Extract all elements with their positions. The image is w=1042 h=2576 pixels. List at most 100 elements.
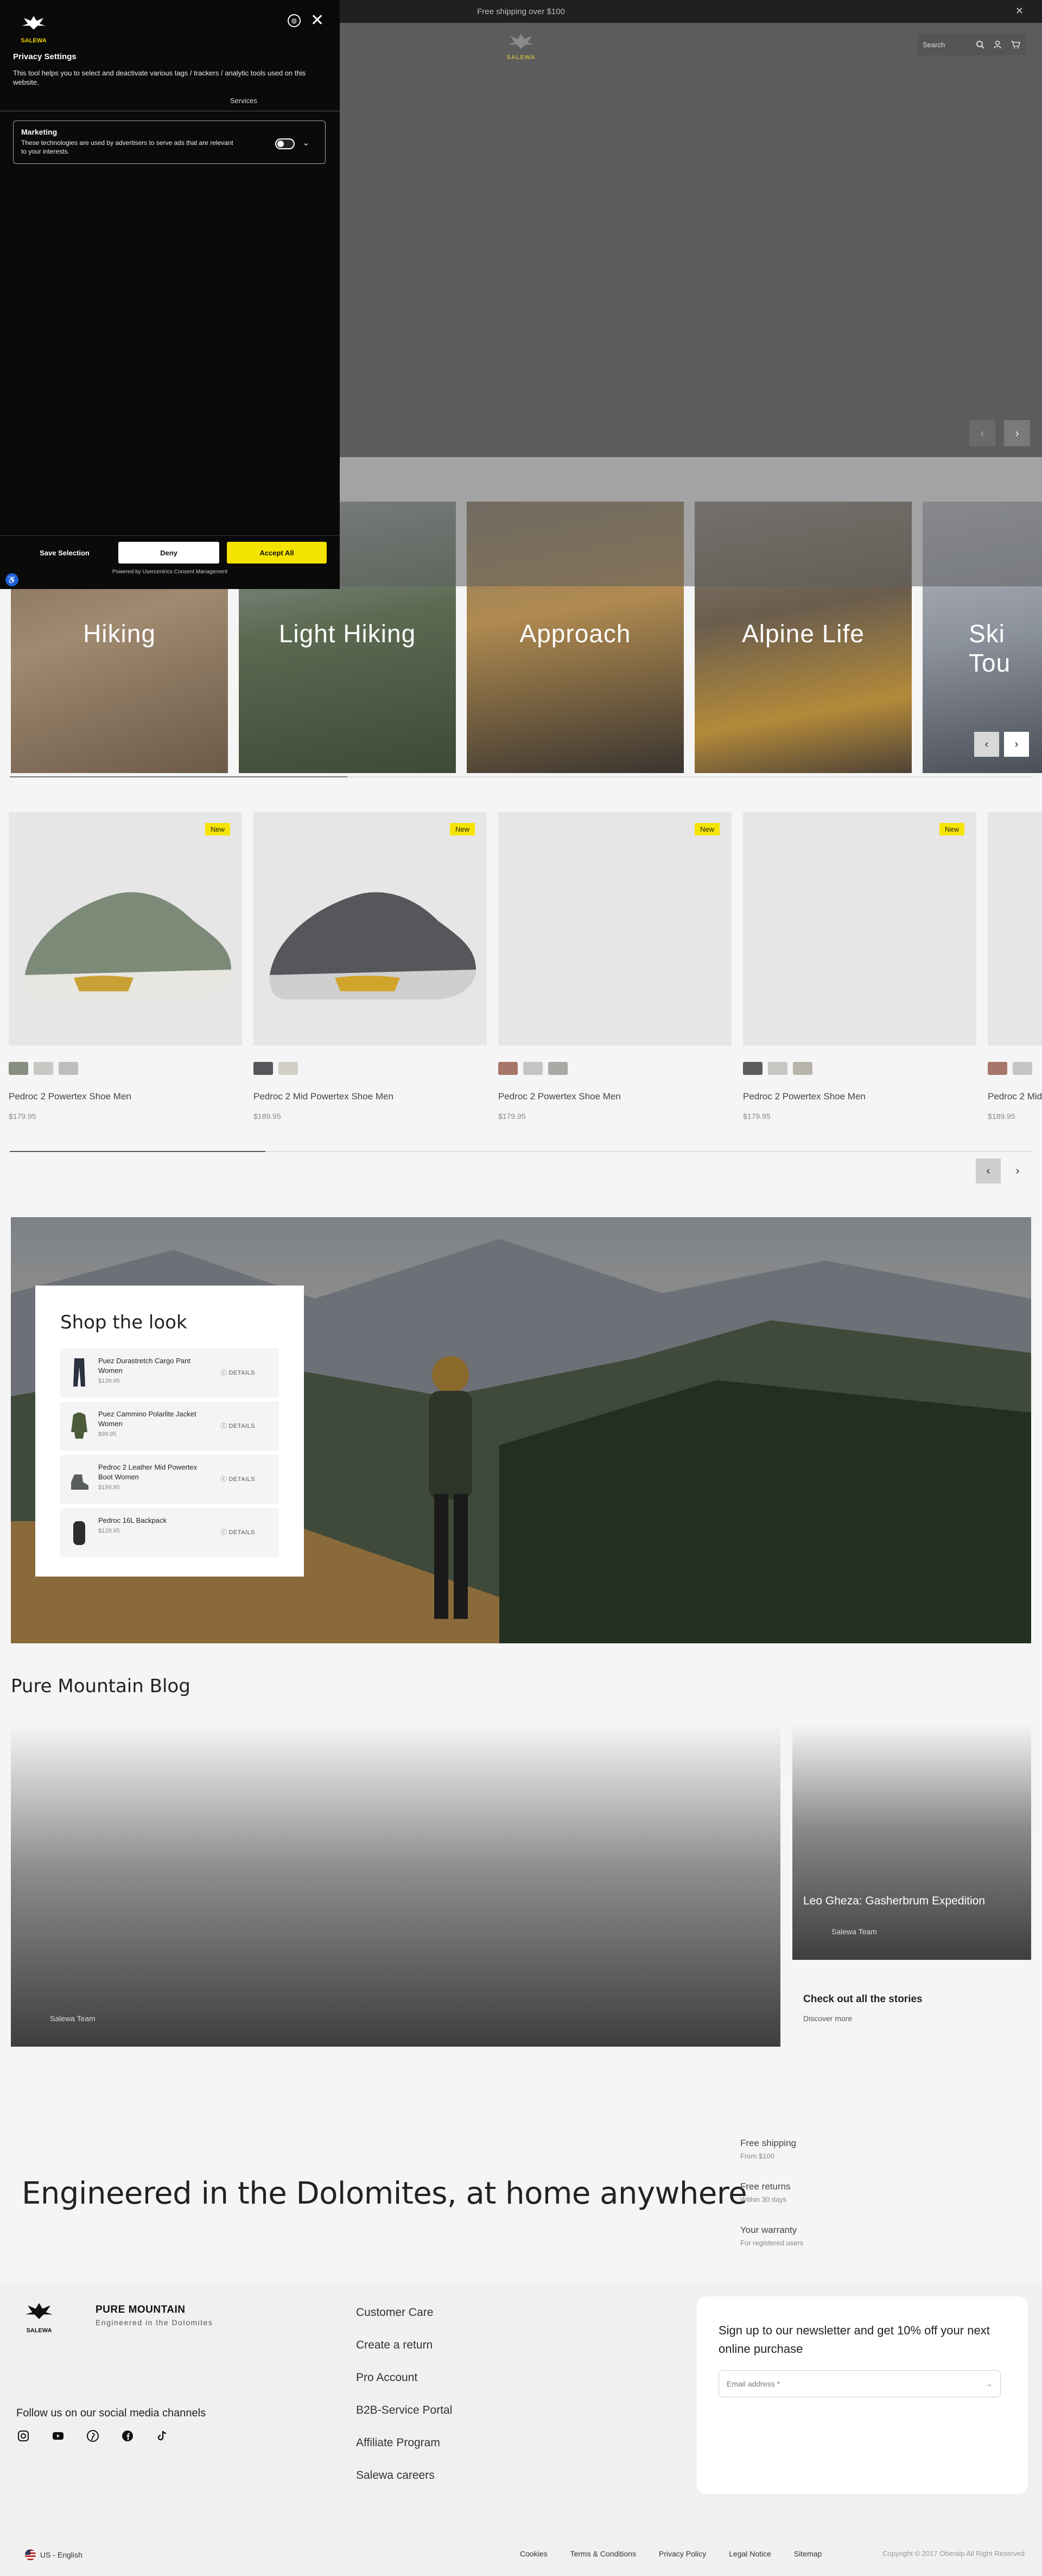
product-scrollbar[interactable] bbox=[10, 1151, 1032, 1152]
hero-prev-button[interactable]: ‹ bbox=[969, 420, 995, 446]
category-next-button[interactable]: › bbox=[1004, 732, 1029, 757]
color-swatch[interactable] bbox=[793, 1062, 812, 1075]
language-globe-icon[interactable]: ◍ bbox=[288, 14, 301, 27]
look-product-price: $139.95 bbox=[98, 1378, 120, 1384]
category-prev-button[interactable]: ‹ bbox=[974, 732, 999, 757]
legal-link[interactable]: Legal Notice bbox=[729, 2549, 771, 2558]
color-swatch[interactable] bbox=[768, 1062, 787, 1075]
color-swatches bbox=[988, 1062, 1042, 1075]
product-name[interactable]: Pedroc 2 Powertex Shoe Men bbox=[498, 1091, 732, 1102]
color-swatch[interactable] bbox=[743, 1062, 763, 1075]
product-card[interactable]: New Pedroc 2 Mid Powertex Shoe Men $189.… bbox=[253, 812, 487, 1121]
shop-the-look-title: Shop the look bbox=[60, 1312, 187, 1333]
consent-category-marketing[interactable]: Marketing These technologies are used by… bbox=[13, 121, 326, 164]
tab-services[interactable]: Services bbox=[230, 97, 257, 105]
product-card[interactable]: Pedroc 2 Mid $189.95 bbox=[988, 812, 1042, 1121]
hero-next-button[interactable]: › bbox=[1004, 420, 1030, 446]
color-swatch[interactable] bbox=[523, 1062, 543, 1075]
look-product-item[interactable]: Pedroc 2 Leather Mid Powertex Boot Women… bbox=[60, 1455, 279, 1504]
accept-all-button[interactable]: Accept All bbox=[227, 542, 327, 564]
product-image[interactable] bbox=[988, 812, 1042, 1046]
product-card[interactable]: New Pedroc 2 Powertex Shoe Men $179.95 bbox=[498, 812, 732, 1121]
blog-main-card[interactable]: Salewa Team bbox=[11, 1724, 780, 2047]
pinterest-icon[interactable] bbox=[86, 2429, 100, 2443]
color-swatch[interactable] bbox=[498, 1062, 518, 1075]
footer-link[interactable]: Affiliate Program bbox=[356, 2436, 452, 2469]
footer-link[interactable]: Pro Account bbox=[356, 2371, 452, 2404]
details-link[interactable]: ⓘ DETAILS bbox=[220, 1528, 255, 1536]
legal-link[interactable]: Terms & Conditions bbox=[570, 2549, 636, 2558]
footer-link[interactable]: Customer Care bbox=[356, 2306, 452, 2339]
site-logo[interactable]: SALEWA bbox=[499, 30, 543, 63]
cart-icon[interactable] bbox=[1011, 40, 1020, 49]
legal-link[interactable]: Privacy Policy bbox=[659, 2549, 706, 2558]
product-card[interactable]: New Pedroc 2 Powertex Shoe Men $179.95 bbox=[9, 812, 242, 1121]
look-product-item[interactable]: Puez Cammino Polarlite Jacket Women $99.… bbox=[60, 1402, 279, 1451]
color-swatch[interactable] bbox=[1013, 1062, 1032, 1075]
product-image[interactable]: New bbox=[498, 812, 732, 1046]
details-link[interactable]: ⓘ DETAILS bbox=[220, 1368, 255, 1377]
category-scrollbar[interactable] bbox=[10, 776, 1032, 777]
look-product-item[interactable]: Puez Durastretch Cargo Pant Women $139.9… bbox=[60, 1349, 279, 1397]
chevron-down-icon[interactable]: ⌄ bbox=[302, 137, 309, 148]
youtube-icon[interactable] bbox=[51, 2429, 65, 2443]
locale-selector[interactable]: US - English bbox=[25, 2549, 82, 2560]
footer-link[interactable]: B2B-Service Portal bbox=[356, 2404, 452, 2436]
category-card[interactable]: Alpine Life bbox=[695, 502, 912, 773]
color-swatch[interactable] bbox=[278, 1062, 298, 1075]
legal-link[interactable]: Sitemap bbox=[794, 2549, 822, 2558]
usp-title: Your warranty bbox=[740, 2225, 797, 2235]
jacket-thumbnail-icon bbox=[71, 1413, 87, 1439]
announcement-close-icon[interactable]: ✕ bbox=[1015, 5, 1024, 17]
tiktok-icon[interactable] bbox=[155, 2429, 169, 2443]
look-product-item[interactable]: Pedroc 16L Backpack $129.95 ⓘ DETAILS bbox=[60, 1508, 279, 1557]
accessibility-icon[interactable]: ♿ bbox=[5, 573, 18, 586]
save-selection-button[interactable]: Save Selection bbox=[13, 542, 116, 564]
privacy-settings-dialog: SALEWA ◍ ✕ Privacy Settings This tool he… bbox=[0, 0, 340, 589]
product-next-button[interactable]: › bbox=[1005, 1159, 1030, 1183]
shop-the-look-panel: Shop the look Puez Durastretch Cargo Pan… bbox=[35, 1286, 304, 1577]
product-image[interactable]: New bbox=[253, 812, 487, 1046]
color-swatch[interactable] bbox=[548, 1062, 568, 1075]
color-swatch[interactable] bbox=[988, 1062, 1007, 1075]
details-link[interactable]: ⓘ DETAILS bbox=[220, 1421, 255, 1430]
category-card[interactable]: Approach bbox=[467, 502, 684, 773]
search-button[interactable]: Search bbox=[923, 41, 967, 49]
category-title: Marketing bbox=[21, 128, 58, 136]
color-swatch[interactable] bbox=[9, 1062, 28, 1075]
legal-links: Cookies Terms & Conditions Privacy Polic… bbox=[520, 2549, 822, 2558]
color-swatch[interactable] bbox=[34, 1062, 53, 1075]
product-scrollbar-thumb[interactable] bbox=[10, 1151, 265, 1152]
footer-logo[interactable]: SALEWA bbox=[16, 2300, 62, 2334]
blog-side-card[interactable]: Leo Gheza: Gasherbrum Expedition Salewa … bbox=[792, 1724, 1031, 1960]
product-name[interactable]: Pedroc 2 Powertex Shoe Men bbox=[9, 1091, 242, 1102]
footer-link[interactable]: Create a return bbox=[356, 2339, 452, 2371]
category-scrollbar-thumb[interactable] bbox=[10, 776, 347, 777]
email-field[interactable]: Email address * → bbox=[719, 2370, 1001, 2397]
new-badge: New bbox=[205, 823, 230, 836]
deny-button[interactable]: Deny bbox=[118, 542, 219, 564]
shop-the-look-section: Shop the look Puez Durastretch Cargo Pan… bbox=[11, 1217, 1031, 1643]
color-swatch[interactable] bbox=[59, 1062, 78, 1075]
product-prev-button[interactable]: ‹ bbox=[976, 1159, 1001, 1183]
product-image[interactable]: New bbox=[743, 812, 976, 1046]
blog-more: Check out all the stories Discover more bbox=[803, 1993, 923, 2023]
footer-link[interactable]: Salewa careers bbox=[356, 2469, 452, 2502]
facebook-icon[interactable] bbox=[120, 2429, 135, 2443]
product-image[interactable]: New bbox=[9, 812, 242, 1046]
product-name[interactable]: Pedroc 2 Mid bbox=[988, 1091, 1042, 1102]
discover-more-link[interactable]: Discover more bbox=[803, 2014, 923, 2023]
close-icon[interactable]: ✕ bbox=[310, 11, 324, 30]
product-name[interactable]: Pedroc 2 Mid Powertex Shoe Men bbox=[253, 1091, 487, 1102]
color-swatch[interactable] bbox=[253, 1062, 273, 1075]
details-link[interactable]: ⓘ DETAILS bbox=[220, 1474, 255, 1483]
account-icon[interactable] bbox=[993, 40, 1002, 49]
arrow-right-icon[interactable]: → bbox=[985, 2379, 993, 2388]
product-card[interactable]: New Pedroc 2 Powertex Shoe Men $179.95 bbox=[743, 812, 976, 1121]
eagle-logo-icon bbox=[508, 34, 534, 49]
search-icon[interactable] bbox=[976, 40, 984, 49]
marketing-toggle[interactable] bbox=[275, 138, 295, 149]
instagram-icon[interactable] bbox=[16, 2429, 30, 2443]
legal-link[interactable]: Cookies bbox=[520, 2549, 548, 2558]
product-name[interactable]: Pedroc 2 Powertex Shoe Men bbox=[743, 1091, 976, 1102]
